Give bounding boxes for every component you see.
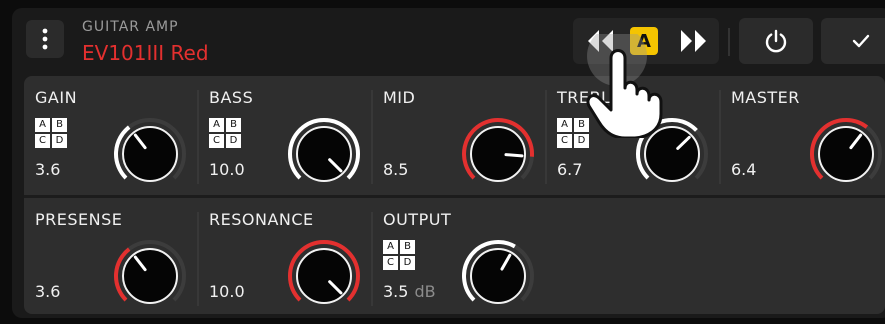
mid-knob-pointer [504,153,524,158]
snapshot-cell[interactable]: D [52,134,67,148]
control-output[interactable]: OUTPUT A B C D 3.5 dB [372,198,546,316]
bass-value: 10.0 [209,160,245,179]
snapshot-cell[interactable]: D [226,134,241,148]
confirm-button[interactable] [821,18,885,64]
gain-knob-body[interactable] [122,126,178,182]
bass-knob[interactable] [284,114,364,194]
control-bass[interactable]: BASS A B C D 10.0 [198,76,372,194]
snapshot-cell[interactable]: C [557,134,572,148]
snapshot-cell[interactable]: A [35,118,50,132]
treble-value-number: 6.7 [557,160,583,179]
master-value-number: 6.4 [731,160,757,179]
resonance-knob-body[interactable] [296,248,352,304]
gain-label: GAIN [35,88,78,107]
snapshot-cell[interactable]: C [209,134,224,148]
presense-knob[interactable] [110,236,190,316]
resonance-value: 10.0 [209,282,245,301]
control-master[interactable]: MASTER 6.4 [720,76,885,194]
master-value: 6.4 [731,160,756,179]
gain-value-number: 3.6 [35,160,61,179]
output-snapshot-grid[interactable]: ABCD [383,240,415,270]
hand-pointer-icon [586,34,663,138]
resonance-value-number: 10.0 [209,282,245,301]
power-icon [765,29,787,53]
output-label: OUTPUT [383,210,452,229]
mid-label: MID [383,88,416,107]
presense-value-number: 3.6 [35,282,61,301]
bass-knob-body[interactable] [296,126,352,182]
resonance-label: RESONANCE [209,210,314,229]
output-knob-body[interactable] [470,248,526,304]
menu-button[interactable] [26,20,64,58]
mid-knob[interactable] [458,114,538,194]
double-chevron-right-icon[interactable] [679,30,707,52]
bass-snapshot-grid[interactable]: ABCD [209,118,241,148]
resonance-knob[interactable] [284,236,364,316]
header: GUITAR AMP EV101III Red A [12,8,885,70]
output-value-number: 3.5 [383,282,409,301]
more-vertical-icon [42,28,48,50]
master-knob-body[interactable] [818,126,874,182]
bass-label: BASS [209,88,254,107]
bass-value-number: 10.0 [209,160,245,179]
snapshot-cell[interactable]: B [52,118,67,132]
presense-label: PRESENSE [35,210,123,229]
power-button[interactable] [739,18,813,64]
gain-knob[interactable] [110,114,190,194]
presense-knob-body[interactable] [122,248,178,304]
snapshot-cell[interactable]: C [383,256,398,270]
presense-value: 3.6 [35,282,60,301]
output-value: 3.5 dB [383,282,436,301]
mid-value: 8.5 [383,160,408,179]
snapshot-cell[interactable]: A [209,118,224,132]
master-knob[interactable] [806,114,885,194]
control-resonance[interactable]: RESONANCE 10.0 [198,198,372,316]
toolbar-divider [728,28,730,56]
gain-snapshot-grid[interactable]: ABCD [35,118,67,148]
model-name[interactable]: EV101III Red [82,41,209,65]
output-unit: dB [414,282,436,301]
control-mid[interactable]: MID 8.5 [372,76,546,194]
check-icon [852,34,870,48]
output-knob[interactable] [458,236,538,316]
mid-value-number: 8.5 [383,160,409,179]
treble-value: 6.7 [557,160,582,179]
master-label: MASTER [731,88,800,107]
snapshot-cell[interactable]: C [35,134,50,148]
snapshot-cell[interactable]: A [557,118,572,132]
control-gain[interactable]: GAIN A B C D 3.6 [24,76,198,194]
snapshot-cell[interactable]: D [400,256,415,270]
control-presense[interactable]: PRESENSE 3.6 [24,198,198,316]
snapshot-cell[interactable]: B [400,240,415,254]
snapshot-cell[interactable]: A [383,240,398,254]
snapshot-cell[interactable]: B [226,118,241,132]
gain-value: 3.6 [35,160,60,179]
block-category: GUITAR AMP [82,19,179,35]
